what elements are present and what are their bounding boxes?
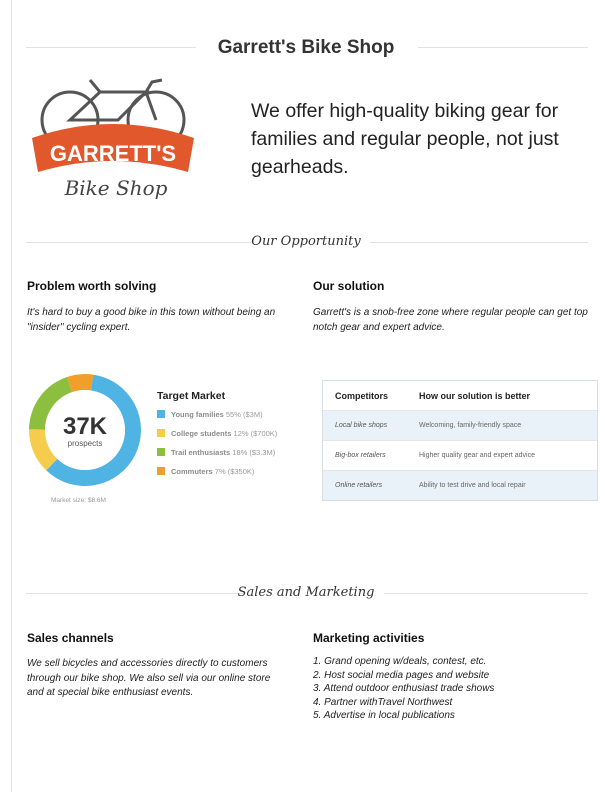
- legend-swatch: [157, 429, 165, 437]
- target-market-donut: 37K prospects: [29, 374, 141, 486]
- legend-item: Young families 55% ($3M): [157, 409, 263, 421]
- legend-item: Trail enthusiasts 18% ($3.3M): [157, 447, 275, 459]
- prospects-number: 37K: [63, 413, 108, 440]
- table-header-cell: How our solution is better: [419, 390, 531, 401]
- legend-title: Target Market: [157, 390, 226, 402]
- table-cell: Ability to test drive and local repair: [419, 482, 526, 489]
- legend-swatch: [157, 448, 165, 456]
- sales-channels-text: We sell bicycles and accessories directl…: [27, 658, 271, 698]
- table-cell: Higher quality gear and expert advice: [419, 452, 535, 459]
- bike-shop-logo: GARRETT'S Bike Shop: [32, 78, 194, 200]
- list-item: 5. Advertise in local publications: [313, 710, 455, 721]
- sales-channels-title: Sales channels: [27, 631, 114, 645]
- sales-heading: Sales and Marketing: [237, 585, 375, 600]
- logo-text-sub: Bike Shop: [64, 176, 168, 200]
- legend-swatch: [157, 410, 165, 418]
- table-cell: Local bike shops: [335, 422, 388, 429]
- page-title: Garrett's Bike Shop: [217, 37, 395, 58]
- market-size: Market size: $8.6M: [51, 497, 106, 504]
- marketing-activities-list: 1. Grand opening w/deals, contest, etc. …: [313, 655, 494, 723]
- list-item: 4. Partner withTravel Northwest: [313, 696, 453, 708]
- legend-item: Commuters 7% ($350K): [157, 466, 254, 478]
- table-row: Local bike shops Welcoming, family-frien…: [323, 410, 597, 440]
- problem-title: Problem worth solving: [27, 279, 157, 293]
- sales-divider: Sales and Marketing: [12, 583, 600, 603]
- list-item: 3. Attend outdoor enthusiast trade shows: [313, 683, 495, 694]
- solution-title: Our solution: [313, 279, 385, 293]
- table-header-row: Competitors How our solution is better: [323, 381, 597, 410]
- solution-text: Garrett's is a snob-free zone where regu…: [313, 307, 588, 333]
- competitors-table: Competitors How our solution is better L…: [322, 380, 598, 501]
- legend-swatch: [157, 467, 165, 475]
- table-header-cell: Competitors: [335, 390, 389, 401]
- tagline: We offer high-quality biking gear for fa…: [251, 100, 559, 178]
- legend-item: College students 12% ($700K): [157, 428, 277, 440]
- table-cell: Welcoming, family-friendly space: [419, 422, 522, 429]
- title-row: Garrett's Bike Shop: [12, 37, 600, 58]
- marketing-activities-title: Marketing activities: [313, 631, 425, 645]
- opportunity-divider: Our Opportunity: [12, 232, 600, 252]
- table-cell: Online retailers: [335, 482, 383, 489]
- table-row: Big-box retailers Higher quality gear an…: [323, 440, 597, 470]
- logo-text-main: GARRETT'S: [50, 141, 176, 166]
- table-row: Online retailers Ability to test drive a…: [323, 470, 597, 500]
- problem-text: It's hard to buy a good bike in this tow…: [27, 307, 276, 333]
- opportunity-heading: Our Opportunity: [251, 234, 361, 249]
- list-item: 1. Grand opening w/deals, contest, etc.: [313, 656, 487, 667]
- table-cell: Big-box retailers: [335, 452, 386, 459]
- prospects-label: prospects: [68, 439, 103, 448]
- list-item: 2. Host social media pages and website: [313, 669, 490, 681]
